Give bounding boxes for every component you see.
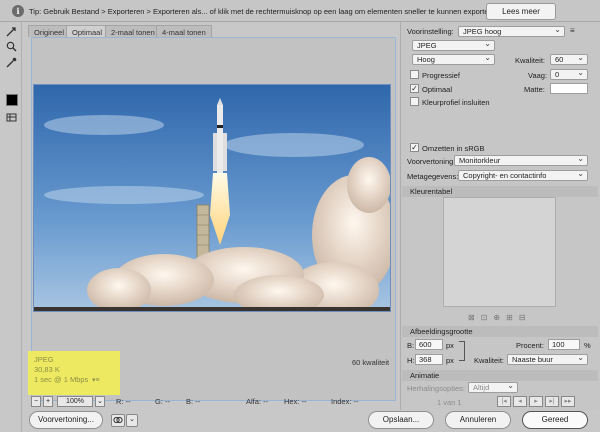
width-unit: px	[446, 341, 454, 350]
status-index: Index: --	[331, 397, 359, 406]
color-table-header[interactable]: Kleurentabel	[402, 186, 598, 197]
percent-field[interactable]: 100	[548, 339, 580, 350]
blur-value-select[interactable]: 0	[550, 69, 588, 80]
slice-select-icon[interactable]	[5, 25, 17, 37]
height-field[interactable]: 368	[415, 354, 443, 365]
percent-label: Procent:	[516, 341, 544, 350]
tab-2-up[interactable]: 2-maal tonen	[105, 25, 161, 37]
format-select[interactable]: JPEG	[412, 40, 495, 51]
loop-options-select[interactable]: Altijd	[468, 382, 518, 393]
percent-unit: %	[584, 341, 591, 350]
progressive-checkbox[interactable]	[410, 70, 419, 79]
embed-color-profile-label: Kleurprofiel insluiten	[422, 98, 490, 107]
quality-value-select[interactable]: 60	[550, 54, 588, 65]
tab-4-up[interactable]: 4-maal tonen	[156, 25, 212, 37]
quality-level-select[interactable]: Hoog	[412, 54, 495, 65]
done-button[interactable]: Gereed	[522, 411, 588, 429]
embed-color-profile-checkbox[interactable]	[410, 97, 419, 106]
optimized-checkbox[interactable]: ✓	[410, 84, 419, 93]
link-dimensions-icon[interactable]	[459, 341, 465, 361]
width-label: B:	[407, 341, 415, 350]
cancel-button[interactable]: Annuleren	[445, 411, 511, 429]
convert-srgb-label: Omzetten in sRGB	[422, 144, 485, 153]
convert-srgb-checkbox[interactable]: ✓	[410, 143, 419, 152]
status-alpha: Alfa: --	[246, 397, 269, 406]
info-icon: i	[12, 5, 24, 17]
blur-label: Vaag:	[528, 71, 548, 80]
info-download-time: 1 sec @ 1 Mbps	[34, 375, 89, 384]
resample-quality-label: Kwaliteit:	[474, 356, 505, 365]
zoom-out-button[interactable]: −	[31, 396, 41, 407]
info-file-size: 30,83 K	[34, 365, 60, 374]
zoom-in-button[interactable]: +	[43, 396, 53, 407]
first-frame-button[interactable]: |◂	[497, 396, 511, 407]
optimization-info-highlight: JPEG 30,83 K 1 sec @ 1 Mbps ▾≡	[28, 351, 120, 395]
status-blue: B: --	[186, 397, 201, 406]
last-frame-button[interactable]: ▸▸	[561, 396, 575, 407]
matte-color-field[interactable]	[550, 83, 588, 94]
preset-select[interactable]: JPEG hoog	[458, 26, 565, 37]
status-hex: Hex: --	[284, 397, 307, 406]
preset-label: Voorinstelling:	[407, 27, 454, 36]
status-bar: − + 100% ⌄ R: -- G: -- B: -- Alfa: -- He…	[28, 395, 398, 409]
preset-menu-icon[interactable]: ≡	[570, 26, 575, 35]
resample-quality-select[interactable]: Naaste buur	[507, 354, 588, 365]
save-button[interactable]: Opslaan...	[368, 411, 434, 429]
frame-counter: 1 van 1	[437, 398, 462, 407]
width-field[interactable]: 600	[415, 339, 443, 350]
slice-visibility-icon[interactable]	[5, 111, 17, 123]
preview-quality-label: 60 kwaliteit	[352, 358, 390, 367]
preview-in-browser-button[interactable]: Voorvertoning...	[29, 411, 103, 429]
quality-label: Kwaliteit:	[515, 56, 546, 65]
preview-image	[33, 84, 391, 312]
zoom-dropdown-icon[interactable]: ⌄	[95, 396, 105, 407]
color-table[interactable]	[443, 197, 556, 307]
preview-mode-label: Voorvertoning:	[407, 157, 456, 166]
zoom-icon[interactable]	[5, 40, 17, 52]
next-frame-button[interactable]: ▸|	[545, 396, 559, 407]
status-green: G: --	[155, 397, 170, 406]
zoom-level-select[interactable]: 100%	[57, 396, 93, 407]
animation-controls: |◂ ◂ ▸ ▸| ▸▸	[497, 396, 575, 407]
height-label: H:	[407, 356, 415, 365]
info-format: JPEG	[34, 355, 54, 364]
height-unit: px	[446, 356, 454, 365]
metadata-label: Metagegevens:	[407, 172, 459, 181]
browser-icon[interactable]	[111, 414, 125, 427]
tab-original[interactable]: Origineel	[28, 25, 71, 37]
status-red: R: --	[116, 397, 131, 406]
read-more-button[interactable]: Lees meer	[486, 3, 556, 20]
browser-dropdown-icon[interactable]: ⌄	[126, 414, 138, 427]
color-table-tools-icons[interactable]: ⊠⊡⊕⊞⊟	[468, 313, 532, 322]
progressive-label: Progressief	[422, 71, 460, 80]
preview-mode-select[interactable]: Monitorkleur	[454, 155, 588, 166]
image-size-header[interactable]: Afbeeldingsgrootte	[402, 326, 598, 337]
tool-bar	[0, 22, 22, 432]
loop-options-label: Herhalingsopties:	[407, 384, 465, 393]
matte-label: Matte:	[524, 85, 545, 94]
play-button[interactable]: ▸	[529, 396, 543, 407]
eyedropper-color-swatch[interactable]	[6, 94, 18, 106]
tip-text: Tip: Gebruik Bestand > Exporteren > Expo…	[29, 7, 500, 16]
animation-header[interactable]: Animatie	[402, 370, 598, 381]
metadata-select[interactable]: Copyright- en contactinfo	[458, 170, 588, 181]
previous-frame-button[interactable]: ◂	[513, 396, 527, 407]
eyedropper-icon[interactable]	[5, 56, 17, 68]
download-menu-icon[interactable]: ▾≡	[92, 376, 100, 384]
tab-optimized[interactable]: Optimaal	[66, 25, 109, 37]
optimized-label: Optimaal	[422, 85, 453, 94]
tip-bar: i Tip: Gebruik Bestand > Exporteren > Ex…	[0, 0, 600, 22]
